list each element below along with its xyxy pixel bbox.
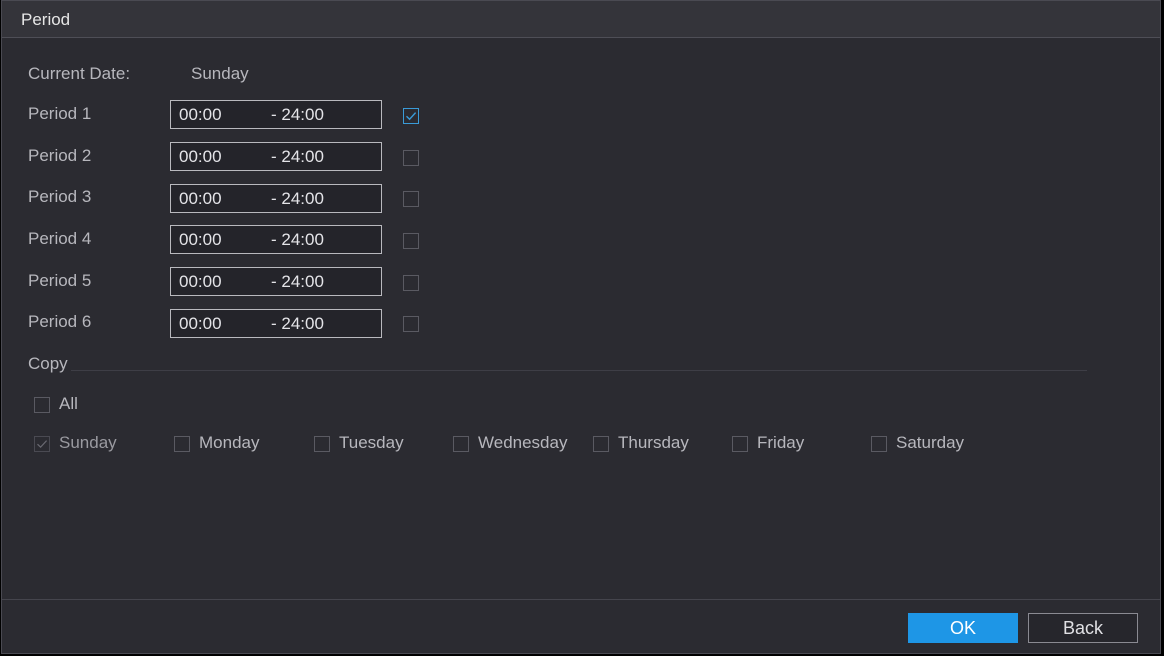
period-4-start-time[interactable]: 00:00 [179,230,222,250]
monday-checkbox[interactable] [174,436,190,452]
sunday-checkbox[interactable] [34,436,50,452]
period-5-time-field[interactable]: 00:00 - 24:00 [170,267,382,296]
period-4-label: Period 4 [28,229,92,248]
period-4-time-field[interactable]: 00:00 - 24:00 [170,225,382,254]
tuesday-checkbox[interactable] [314,436,330,452]
check-icon [37,440,48,449]
ok-button[interactable]: OK [908,613,1018,643]
period-2-label: Period 2 [28,146,92,165]
saturday-checkbox[interactable] [871,436,887,452]
period-4-checkbox[interactable] [403,233,419,249]
period-5-checkbox[interactable] [403,275,419,291]
wednesday-checkbox[interactable] [453,436,469,452]
copy-all-label: All [59,394,78,413]
period-5-label: Period 5 [28,271,92,290]
saturday-label: Saturday [896,433,965,452]
period-1-end-time[interactable]: - 24:00 [271,105,324,125]
period-2-checkbox[interactable] [403,150,419,166]
period-5-end-time[interactable]: - 24:00 [271,272,324,292]
period-1-checkbox[interactable] [403,108,419,124]
current-date-value: Sunday [191,64,249,83]
period-6-time-field[interactable]: 00:00 - 24:00 [170,309,382,338]
period-1-label: Period 1 [28,104,92,123]
period-5-start-time[interactable]: 00:00 [179,272,222,292]
period-6-start-time[interactable]: 00:00 [179,314,222,334]
footer-divider [2,599,1160,600]
period-3-end-time[interactable]: - 24:00 [271,189,324,209]
dialog-title: Period [21,10,71,29]
sunday-label: Sunday [59,433,117,452]
monday-label: Monday [199,433,260,452]
thursday-checkbox[interactable] [593,436,609,452]
wednesday-label: Wednesday [478,433,568,452]
friday-label: Friday [757,433,805,452]
period-6-label: Period 6 [28,312,92,331]
thursday-label: Thursday [618,433,689,452]
copy-section-label: Copy [28,354,68,373]
friday-checkbox[interactable] [732,436,748,452]
tuesday-label: Tuesday [339,433,404,452]
copy-divider [71,370,1087,371]
title-bar: Period [2,1,1160,38]
copy-all-checkbox[interactable] [34,397,50,413]
back-button[interactable]: Back [1028,613,1138,643]
period-1-time-field[interactable]: 00:00 - 24:00 [170,100,382,129]
current-date-label: Current Date: [28,64,131,83]
period-3-checkbox[interactable] [403,191,419,207]
period-3-start-time[interactable]: 00:00 [179,189,222,209]
period-4-end-time[interactable]: - 24:00 [271,230,324,250]
period-3-label: Period 3 [28,187,92,206]
period-6-checkbox[interactable] [403,316,419,332]
period-3-time-field[interactable]: 00:00 - 24:00 [170,184,382,213]
check-icon [406,112,417,121]
period-6-end-time[interactable]: - 24:00 [271,314,324,334]
period-dialog: Period Current Date: Sunday Period 1 00:… [1,0,1161,654]
period-2-time-field[interactable]: 00:00 - 24:00 [170,142,382,171]
period-1-start-time[interactable]: 00:00 [179,105,222,125]
period-2-start-time[interactable]: 00:00 [179,147,222,167]
period-2-end-time[interactable]: - 24:00 [271,147,324,167]
